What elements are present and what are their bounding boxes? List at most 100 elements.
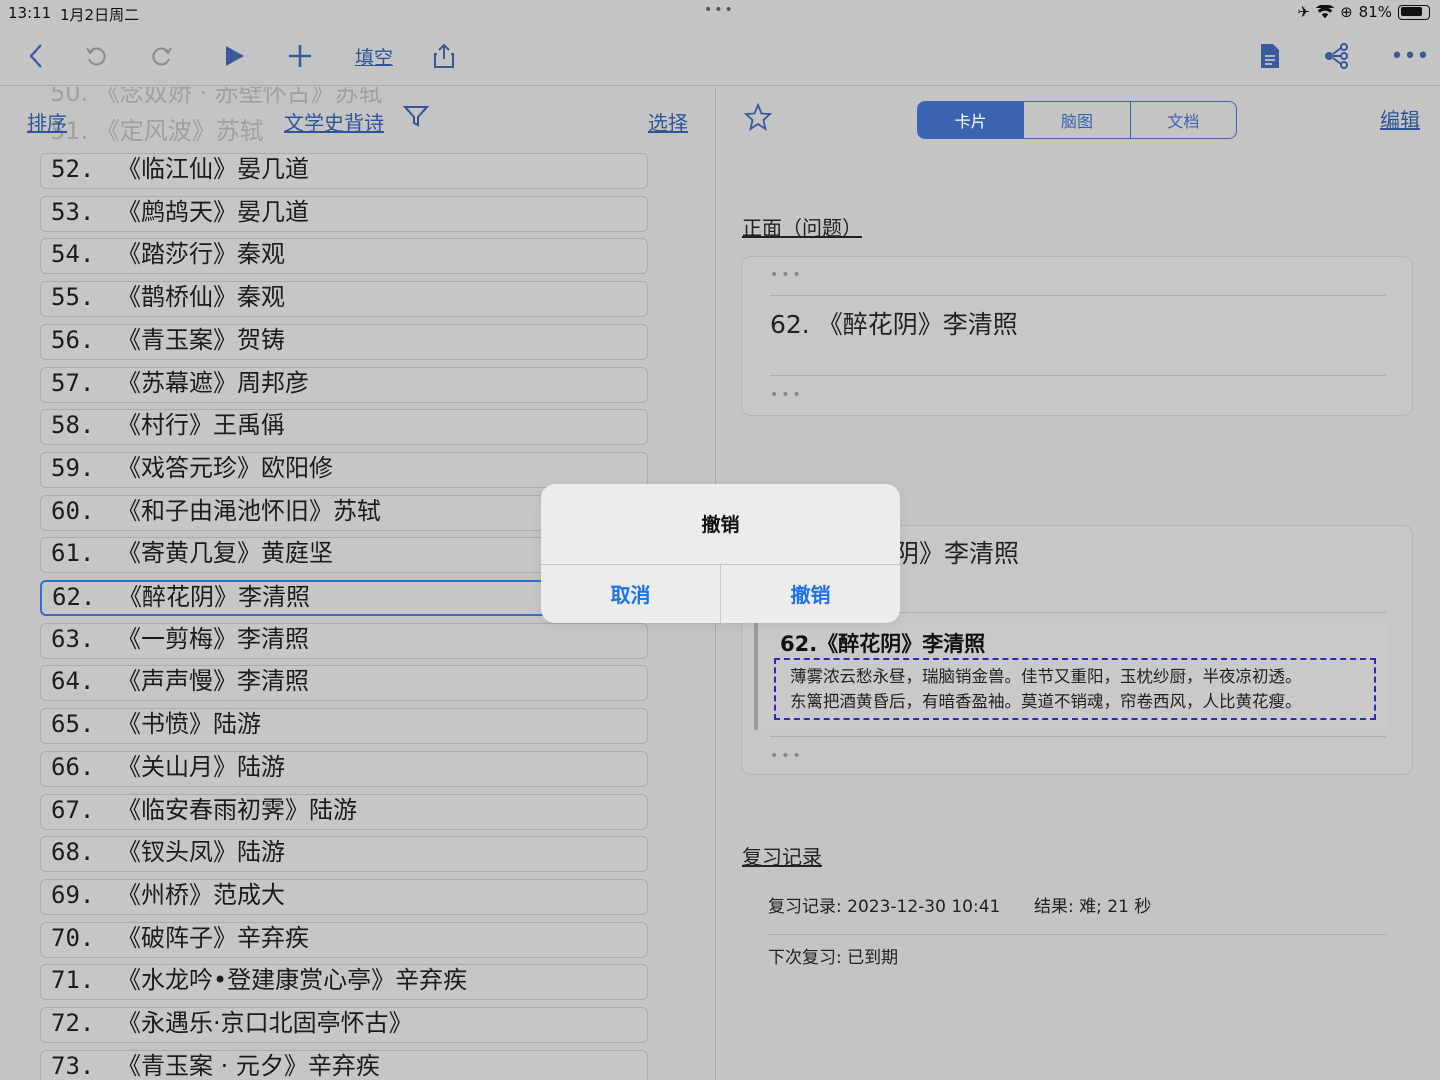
tab-document[interactable]: 文档 — [1129, 102, 1236, 138]
status-date: 1月2日周二 — [60, 6, 140, 24]
list-item-number: 59. — [51, 454, 95, 482]
deck-title-button[interactable]: 文学史背诗 — [284, 107, 384, 136]
list-item-title: 《一剪梅》李清照 — [117, 625, 309, 653]
cloze-selection-box[interactable]: 薄雾浓云愁永昼，瑞脑销金兽。佳节又重阳，玉枕纱厨，半夜凉初透。 东篱把酒黄昏后，… — [774, 658, 1376, 720]
battery-percent: 81% — [1358, 3, 1392, 21]
orientation-lock-icon: ⊕ — [1340, 3, 1353, 21]
review-section-title[interactable]: 复习记录 — [742, 841, 822, 870]
list-item[interactable]: 63. 《一剪梅》李清照 — [40, 623, 648, 659]
list-item-number: 52. — [51, 155, 95, 183]
list-item-title: 《关山月》陆游 — [117, 753, 285, 781]
document-icon — [1261, 44, 1279, 68]
list-item-title: 《临江仙》晏几道 — [117, 155, 309, 183]
next-review: 下次复习: 已到期 — [768, 948, 899, 968]
mindmap-icon — [1325, 43, 1348, 69]
alert-title: 撤销 — [701, 514, 740, 536]
list-item-title: 《临安春雨初霁》陆游 — [117, 796, 357, 824]
select-button[interactable]: 选择 — [648, 107, 688, 136]
list-item-number: 55. — [51, 283, 95, 311]
view-mode-segmented: 卡片 脑图 文档 — [917, 101, 1237, 139]
filter-icon[interactable] — [403, 105, 429, 127]
list-item-number: 60. — [51, 497, 95, 525]
list-item-title: 《破阵子》辛弃疾 — [117, 924, 309, 952]
list-item-title: 《声声慢》李清照 — [117, 667, 309, 695]
list-item[interactable]: 65. 《书愤》陆游 — [40, 708, 648, 744]
card-divider — [770, 736, 1386, 737]
list-item-number: 53. — [51, 198, 95, 226]
undo-icon — [86, 47, 106, 66]
card-top-dots-icon: ••• — [770, 267, 804, 283]
list-item[interactable]: 72. 《永遇乐·京口北固亭怀古》 — [40, 1007, 648, 1043]
list-item-number: 56. — [51, 326, 95, 354]
list-item-number: 58. — [51, 411, 95, 439]
chevron-left-icon — [29, 44, 42, 68]
cloze-button[interactable]: 填空 — [350, 38, 398, 74]
list-item-number: 70. — [51, 924, 95, 952]
cloze-label: 填空 — [354, 46, 393, 69]
list-item[interactable]: 64. 《声声慢》李清照 — [40, 665, 648, 701]
list-item-title: 《钗头凤》陆游 — [117, 838, 285, 866]
airplane-icon: ✈ — [1297, 3, 1311, 21]
star-icon[interactable] — [744, 103, 772, 131]
tab-card[interactable]: 卡片 — [918, 102, 1024, 138]
battery-icon — [1398, 4, 1430, 20]
list-item-title: 《和子由渑池怀旧》苏轼 — [117, 497, 381, 525]
edit-button[interactable]: 编辑 — [1380, 104, 1420, 133]
list-item[interactable]: 73. 《青玉案 · 元夕》辛弃疾 — [40, 1050, 648, 1080]
tab-mindmap[interactable]: 脑图 — [1023, 102, 1129, 138]
mindmap-button[interactable] — [1320, 38, 1352, 74]
plus-icon — [289, 45, 311, 67]
more-button[interactable]: ••• — [1391, 38, 1430, 74]
list-item[interactable]: 68. 《钗头凤》陆游 — [40, 836, 648, 872]
list-item[interactable]: 58. 《村行》王禹偁 — [40, 409, 648, 445]
list-item-title: 《踏莎行》秦观 — [117, 240, 285, 268]
front-card-text: 62. 《醉花阴》李清照 — [770, 310, 1018, 339]
add-button[interactable] — [284, 38, 316, 74]
back-button[interactable] — [20, 38, 52, 74]
list-item[interactable]: 56. 《青玉案》贺铸 — [40, 324, 648, 360]
list-item-title: 《鹊桥仙》秦观 — [117, 283, 285, 311]
list-item[interactable]: 55. 《鹊桥仙》秦观 — [40, 281, 648, 317]
list-item[interactable]: 71. 《水龙吟•登建康赏心亭》辛弃疾 — [40, 964, 648, 1000]
poem-line-1: 薄雾浓云愁永昼，瑞脑销金兽。佳节又重阳，玉枕纱厨，半夜凉初透。 — [790, 667, 1302, 686]
play-button[interactable] — [218, 38, 250, 74]
document-button[interactable] — [1254, 38, 1286, 74]
share-button[interactable] — [428, 38, 460, 74]
review-record: 复习记录: 2023-12-30 10:41 — [768, 897, 1001, 917]
list-item-number: 62. — [52, 583, 96, 611]
toolbar: 填空 ••• — [0, 30, 1440, 86]
list-item[interactable]: 53. 《鹧鸪天》晏几道 — [40, 196, 648, 232]
list-item-title: 《书愤》陆游 — [117, 710, 261, 738]
list-item[interactable]: 54. 《踏莎行》秦观 — [40, 238, 648, 274]
list-item-title: 《苏幕遮》周邦彦 — [117, 369, 309, 397]
undo-alert-dialog: 撤销 取消 撤销 — [541, 484, 900, 623]
list-item[interactable]: 52. 《临江仙》晏几道 — [40, 153, 648, 189]
sort-button[interactable]: 排序 — [27, 107, 67, 136]
list-item-title: 《永遇乐·京口北固亭怀古》 — [117, 1009, 413, 1037]
front-section-title[interactable]: 正面（问题） — [742, 212, 862, 241]
alert-cancel-button[interactable]: 取消 — [541, 564, 720, 623]
multitask-dots-icon[interactable]: ••• — [704, 2, 735, 18]
redo-button[interactable] — [146, 38, 178, 74]
card-divider — [770, 375, 1386, 376]
list-item-number: 66. — [51, 753, 95, 781]
undo-button[interactable] — [80, 38, 112, 74]
status-right: ✈ ⊕ 81% — [1297, 3, 1430, 21]
list-item-number: 71. — [51, 966, 95, 994]
share-icon — [434, 43, 454, 68]
review-divider — [768, 934, 1387, 935]
list-item-number: 64. — [51, 667, 95, 695]
list-item[interactable]: 66. 《关山月》陆游 — [40, 751, 648, 787]
list-item-title: 《水龙吟•登建康赏心亭》辛弃疾 — [117, 966, 468, 994]
list-item[interactable]: 70. 《破阵子》辛弃疾 — [40, 922, 648, 958]
list-item[interactable]: 67. 《临安春雨初霁》陆游 — [40, 794, 648, 830]
list-item-title: 《戏答元珍》欧阳修 — [117, 454, 333, 482]
list-item[interactable]: 59. 《戏答元珍》欧阳修 — [40, 452, 648, 488]
list-item[interactable]: 57. 《苏幕遮》周邦彦 — [40, 367, 648, 403]
front-card[interactable]: ••• 62. 《醉花阴》李清照 ••• — [741, 256, 1413, 416]
list-item-number: 63. — [51, 625, 95, 653]
list-item-ghost-51: 51. 《定风波》苏轼 — [50, 117, 264, 145]
alert-undo-button[interactable]: 撤销 — [721, 564, 900, 623]
list-item-title: 《鹧鸪天》晏几道 — [117, 198, 309, 226]
list-item[interactable]: 69. 《州桥》范成大 — [40, 879, 648, 915]
